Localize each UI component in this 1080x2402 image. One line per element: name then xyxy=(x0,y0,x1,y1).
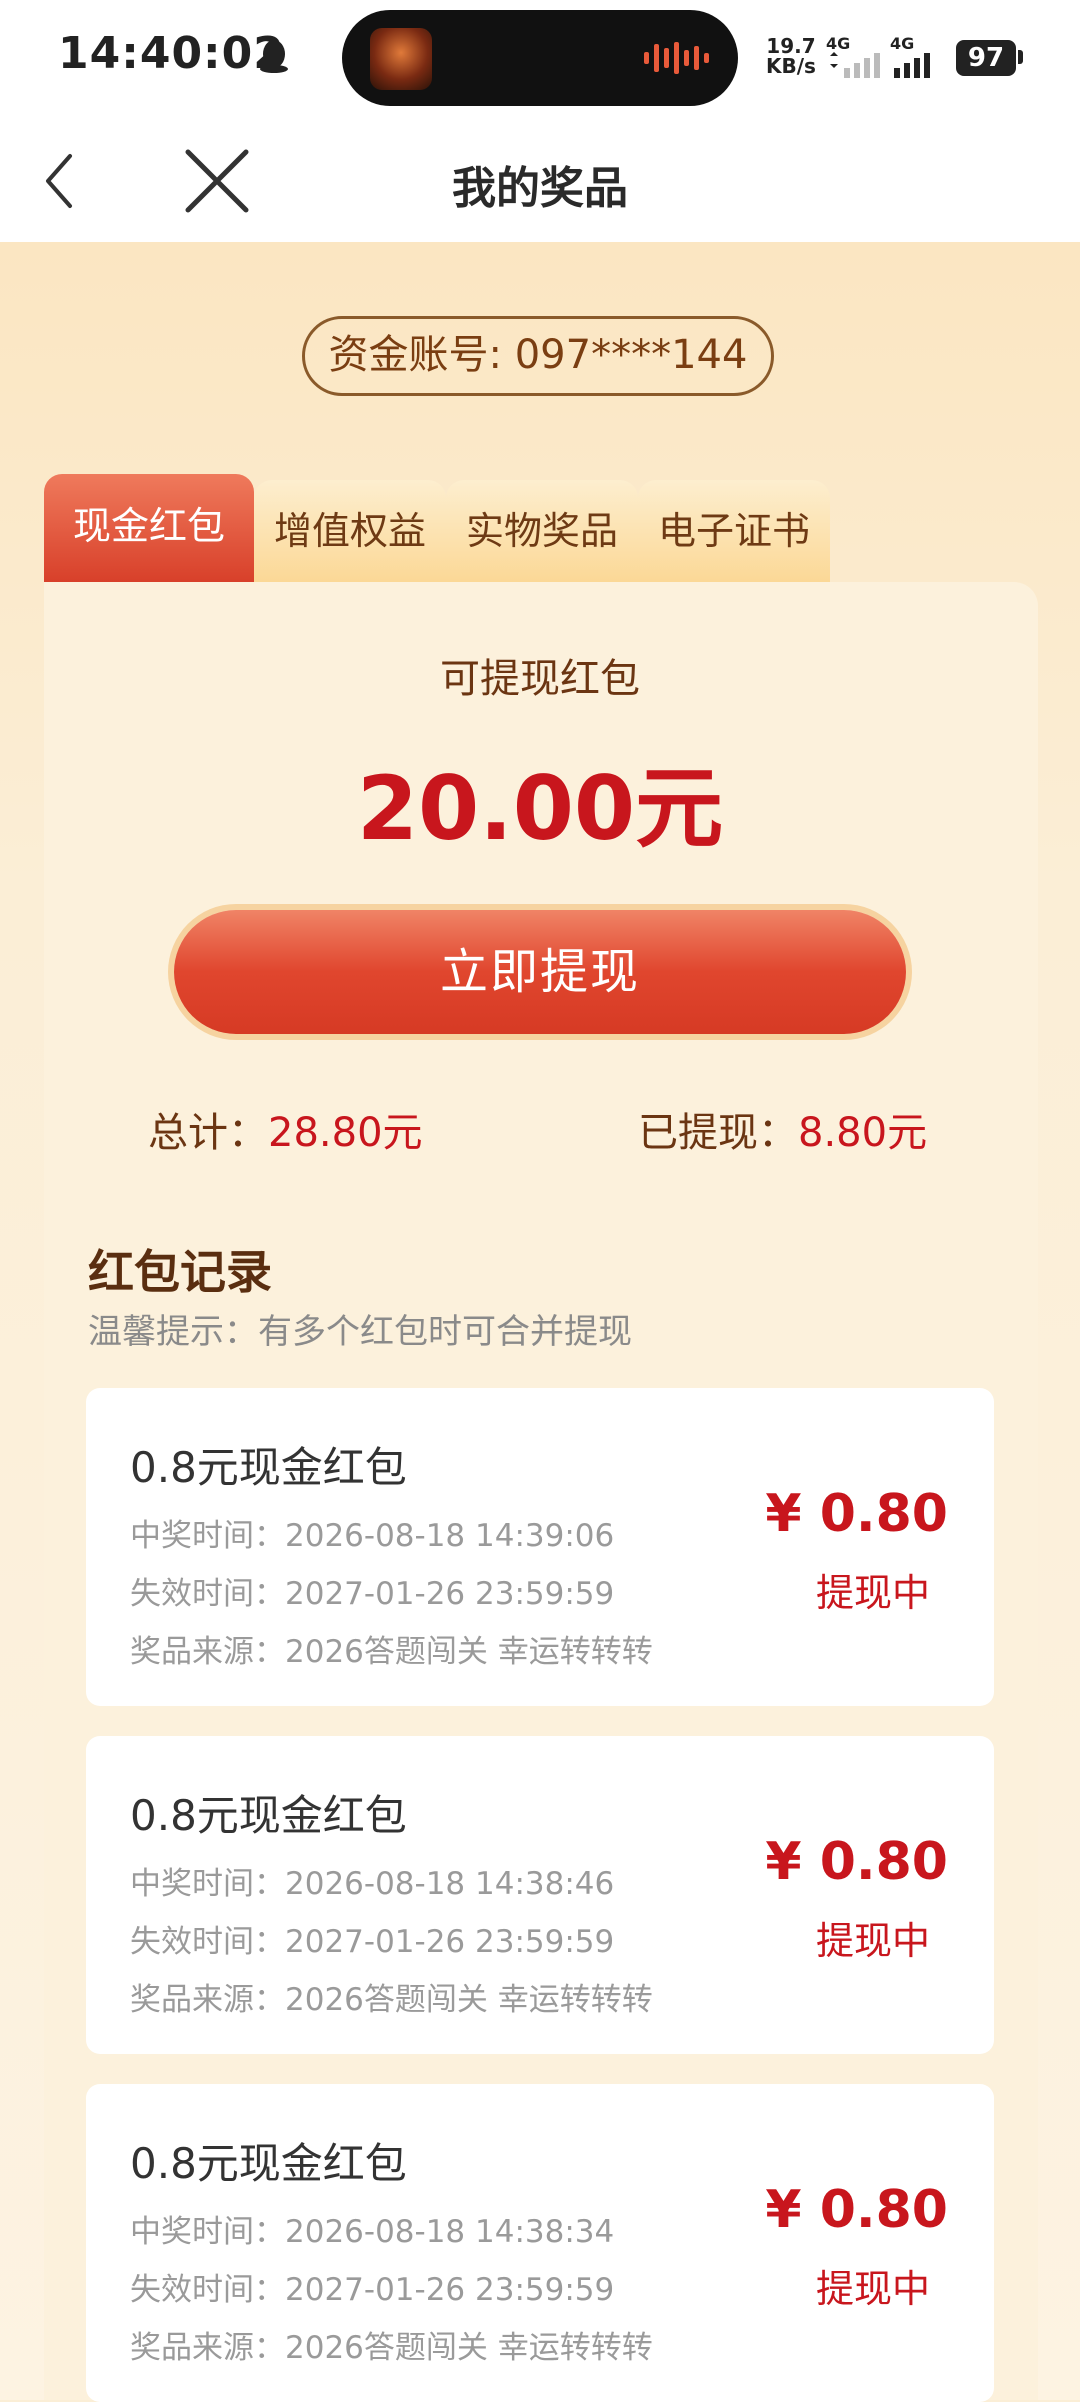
red-packet-record[interactable]: 0.8元现金红包 中奖时间：2026-08-18 14:38:46 失效时间：2… xyxy=(86,1736,994,2054)
signal-bars-icon xyxy=(894,53,930,78)
network-type-label: 4G xyxy=(890,34,915,53)
record-source: 奖品来源：2026答题闯关 幸运转转转 xyxy=(130,1634,653,1670)
media-thumbnail xyxy=(370,28,432,90)
page-title: 我的奖品 xyxy=(452,163,628,214)
total-stat: 总计：28.80元 xyxy=(148,1100,423,1158)
total-label: 总计： xyxy=(148,1110,268,1156)
red-packet-record[interactable]: 0.8元现金红包 中奖时间：2026-08-18 14:39:06 失效时间：2… xyxy=(86,1388,994,1706)
withdrawn-label: 已提现： xyxy=(638,1110,798,1156)
record-title: 0.8元现金红包 xyxy=(130,1791,407,1840)
withdrawable-label: 可提现红包 xyxy=(440,656,640,702)
network-speed-unit: KB/s xyxy=(766,54,816,78)
battery-indicator: 97 xyxy=(956,40,1016,76)
tab-e-certificates[interactable]: 电子证书 xyxy=(638,480,830,582)
tab-physical-prizes[interactable]: 实物奖品 xyxy=(446,480,638,582)
record-amount: ¥ 0.80 xyxy=(765,1832,948,1892)
withdrawn-stat: 已提现：8.80元 xyxy=(638,1100,927,1158)
record-win-time: 中奖时间：2026-08-18 14:38:34 xyxy=(130,2214,615,2250)
record-win-time: 中奖时间：2026-08-18 14:39:06 xyxy=(130,1518,615,1554)
record-title: 0.8元现金红包 xyxy=(130,2139,407,2188)
total-value: 28.80元 xyxy=(268,1110,423,1156)
status-time: 14:40:02 xyxy=(58,28,285,79)
record-amount: ¥ 0.80 xyxy=(765,2180,948,2240)
record-status: 提现中 xyxy=(815,1571,930,1615)
record-win-time: 中奖时间：2026-08-18 14:38:46 xyxy=(130,1866,615,1902)
cellular-signal-1: 4G xyxy=(826,34,886,78)
record-expire-time: 失效时间：2027-01-26 23:59:59 xyxy=(130,2272,615,2308)
cellular-signal-2: 4G xyxy=(890,34,950,78)
record-title: 0.8元现金红包 xyxy=(130,1443,407,1492)
audio-wave-icon xyxy=(644,42,709,74)
tab-cash-red-packet[interactable]: 现金红包 xyxy=(44,474,254,582)
withdraw-now-button[interactable]: 立即提现 xyxy=(174,910,906,1034)
network-speed: 19.7 KB/s xyxy=(766,36,816,76)
record-status: 提现中 xyxy=(815,1919,930,1963)
network-type-label: 4G xyxy=(826,34,851,53)
account-number: 资金账号: 097****144 xyxy=(302,316,774,396)
records-title: 红包记录 xyxy=(88,1245,272,1299)
record-status: 提现中 xyxy=(815,2267,930,2311)
tab-value-added-benefits[interactable]: 增值权益 xyxy=(254,480,446,582)
signal-bars-icon xyxy=(830,52,880,78)
record-expire-time: 失效时间：2027-01-26 23:59:59 xyxy=(130,1924,615,1960)
withdrawn-value: 8.80元 xyxy=(798,1110,928,1156)
record-source: 奖品来源：2026答题闯关 幸运转转转 xyxy=(130,2330,653,2366)
network-speed-value: 19.7 xyxy=(766,34,816,58)
record-expire-time: 失效时间：2027-01-26 23:59:59 xyxy=(130,1576,615,1612)
record-source: 奖品来源：2026答题闯关 幸运转转转 xyxy=(130,1982,653,2018)
red-packet-record[interactable]: 0.8元现金红包 中奖时间：2026-08-18 14:38:34 失效时间：2… xyxy=(86,2084,994,2402)
status-bar: 14:40:02 19.7 KB/s 4G 4G 97 xyxy=(0,0,1080,118)
record-amount: ¥ 0.80 xyxy=(765,1484,948,1544)
battery-tip xyxy=(1018,50,1023,64)
nav-bar: 我的奖品 xyxy=(0,118,1080,242)
dynamic-island[interactable] xyxy=(342,10,738,106)
records-tip: 温馨提示：有多个红包时可合并提现 xyxy=(88,1312,632,1352)
withdrawable-amount: 20.00元 xyxy=(356,757,724,860)
qq-penguin-icon xyxy=(260,40,288,73)
